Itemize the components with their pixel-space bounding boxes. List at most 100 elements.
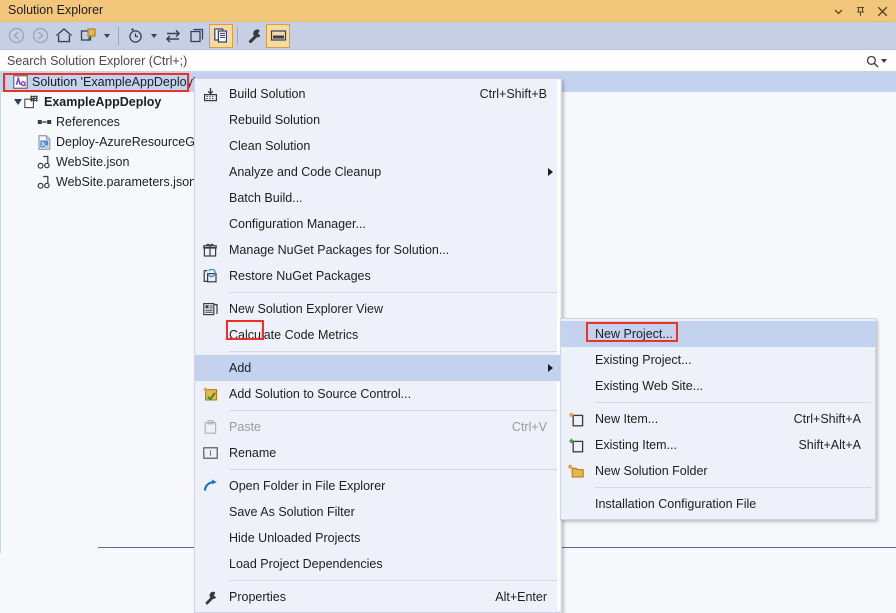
toolbar-separator [118,26,119,45]
close-button[interactable] [872,1,892,21]
toolbar [0,22,896,50]
tree-item-label: ExampleAppDeploy [44,95,162,109]
menu-item-icon-slot [561,373,591,399]
properties-button[interactable] [242,24,266,48]
forward-button[interactable] [28,24,52,48]
menu-item-label: Add Solution to Source Control... [229,387,412,401]
menu-item-calculate-code-metrics[interactable]: Calculate Code Metrics [195,322,561,348]
menu-item-open-folder-in-file-explorer[interactable]: Open Folder in File Explorer [195,473,561,499]
tree-item-label: References [56,115,120,129]
solution-context-menu: Build Solution Ctrl+Shift+B Rebuild Solu… [194,78,562,613]
menu-item-icon-slot [195,159,225,185]
menu-item-label: Existing Project... [595,353,692,367]
submenu-item-existing-web-site[interactable]: Existing Web Site... [561,373,875,399]
menu-item-label: Configuration Manager... [229,217,366,231]
new-view-icon [195,296,225,322]
show-all-files-toggle[interactable] [209,23,233,48]
title-bar: Solution Explorer [0,0,896,22]
submenu-item-installation-configuration-file[interactable]: Installation Configuration File [561,491,875,517]
menu-item-label: Open Folder in File Explorer [229,479,386,493]
submenu-item-existing-project[interactable]: Existing Project... [561,347,875,373]
search-bar[interactable]: Search Solution Explorer (Ctrl+;) [0,50,896,72]
chevron-down-icon [834,9,842,14]
menu-item-icon-slot [195,185,225,211]
menu-item-new-solution-explorer-view[interactable]: New Solution Explorer View [195,296,561,322]
menu-item-icon-slot [195,525,225,551]
pending-changes-filter-button[interactable] [76,24,100,48]
home-icon [56,28,72,43]
menu-item-build-solution[interactable]: Build Solution Ctrl+Shift+B [195,81,561,107]
menu-item-label: Manage NuGet Packages for Solution... [229,243,450,257]
powershell-file-icon [36,134,52,150]
menu-item-paste[interactable]: Paste Ctrl+V [195,414,561,440]
sync-with-active-document-button[interactable] [161,24,185,48]
menu-item-rename[interactable]: I Rename [195,440,561,466]
submenu-item-new-item[interactable]: New Item... Ctrl+Shift+A [561,406,875,432]
pin-icon [856,6,864,16]
submenu-item-new-project[interactable]: New Project... [561,321,875,347]
expander-icon[interactable] [12,94,24,110]
search-input-placeholder: Search Solution Explorer (Ctrl+;) [7,54,188,68]
page-title: Solution Explorer [8,3,104,17]
pin-button[interactable] [850,1,870,21]
home-button[interactable] [52,24,76,48]
submenu-item-existing-item[interactable]: Existing Item... Shift+Alt+A [561,432,875,458]
menu-item-label: New Project... [595,327,673,341]
dropdown-menu-button[interactable] [828,1,848,21]
search-controls[interactable] [866,54,890,68]
menu-item-icon-slot [195,499,225,525]
back-button[interactable] [4,24,28,48]
chevron-down-icon[interactable] [881,59,887,63]
menu-item-rebuild-solution[interactable]: Rebuild Solution [195,107,561,133]
toolbar-separator [237,26,238,45]
menu-item-add-solution-to-source-control[interactable]: Add Solution to Source Control... [195,381,561,407]
solution-explorer-window: Solution Explorer Search Solution Explor… [0,0,896,613]
menu-item-clean-solution[interactable]: Clean Solution [195,133,561,159]
references-icon [36,114,52,130]
sync-arrows-icon [165,29,181,43]
menu-item-analyze-and-code-cleanup[interactable]: Analyze and Code Cleanup [195,159,561,185]
filter-folder-icon [80,28,95,41]
show-all-files-dropdown[interactable] [147,24,161,48]
menu-item-restore-nuget-packages[interactable]: Restore NuGet Packages [195,263,561,289]
menu-item-label: New Item... [595,412,659,426]
copy-pages-icon [213,28,227,43]
menu-item-configuration-manager[interactable]: Configuration Manager... [195,211,561,237]
nuget-icon [195,237,225,263]
pending-changes-filter-dropdown[interactable] [100,24,114,48]
show-all-files-button[interactable] [123,24,147,48]
existing-item-icon [561,432,591,458]
menu-separator [229,410,557,411]
preview-pane-icon [270,30,286,41]
menu-item-label: Rename [229,446,277,460]
chevron-down-icon [104,33,110,38]
menu-item-properties[interactable]: Properties Alt+Enter [195,584,561,610]
preview-selected-items-button[interactable] [266,23,290,48]
menu-item-label: Properties [229,590,286,604]
menu-item-add[interactable]: Add [195,355,561,381]
submenu-arrow-icon [548,364,553,372]
menu-item-icon-slot [561,321,591,347]
title-bar-buttons [828,0,892,22]
menu-item-icon-slot [195,133,225,159]
menu-item-save-as-solution-filter[interactable]: Save As Solution Filter [195,499,561,525]
menu-item-load-project-dependencies[interactable]: Load Project Dependencies [195,551,561,577]
menu-item-batch-build[interactable]: Batch Build... [195,185,561,211]
menu-separator [229,580,557,581]
json-file-icon [36,154,52,170]
menu-item-manage-nuget-packages[interactable]: Manage NuGet Packages for Solution... [195,237,561,263]
menu-item-icon-slot [195,107,225,133]
menu-item-label: Build Solution [229,87,306,101]
menu-item-label: New Solution Explorer View [229,302,384,316]
collapse-all-button[interactable] [185,24,209,48]
clock-history-icon [128,28,142,43]
submenu-item-new-solution-folder[interactable]: New Solution Folder [561,458,875,484]
menu-item-shortcut: Shift+Alt+A [798,438,861,452]
menu-separator [595,487,871,488]
back-arrow-icon [8,27,24,44]
svg-text:I: I [209,449,212,458]
menu-item-label: Load Project Dependencies [229,557,383,571]
menu-item-hide-unloaded-projects[interactable]: Hide Unloaded Projects [195,525,561,551]
menu-item-shortcut: Ctrl+Shift+B [479,87,547,101]
menu-item-icon-slot [195,322,225,348]
